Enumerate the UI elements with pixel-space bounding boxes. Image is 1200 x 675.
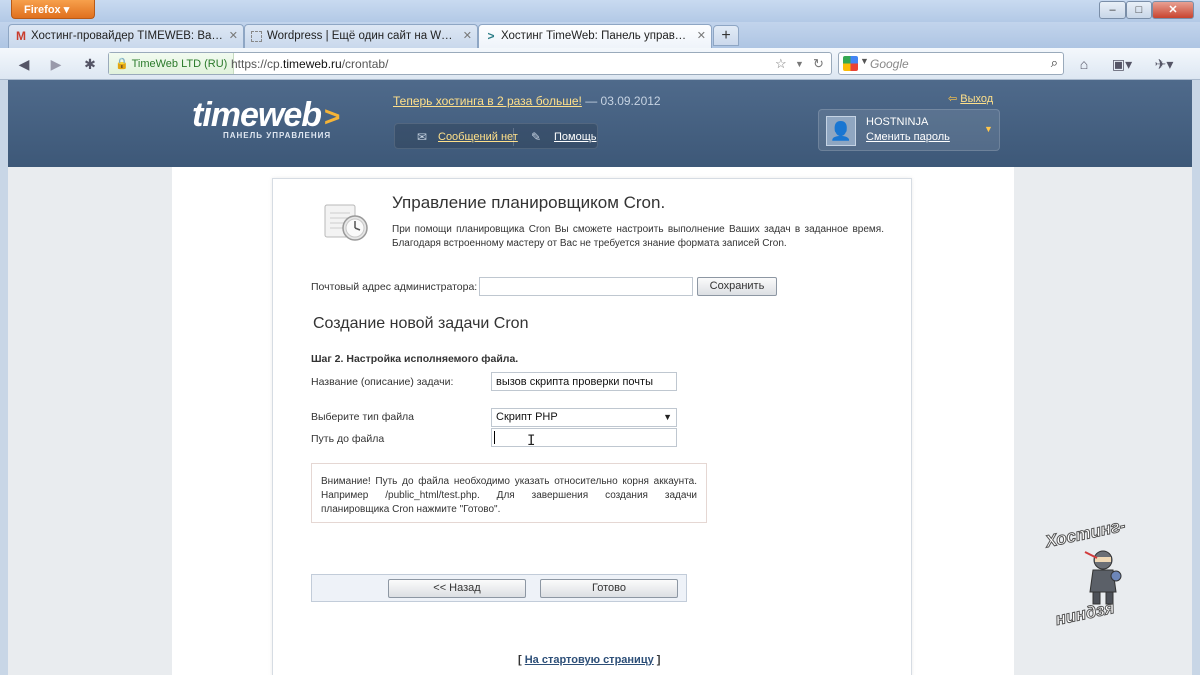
admin-email-input[interactable] [479,277,693,296]
bookmarks-menu-icon[interactable]: ▣▾ [1108,55,1136,73]
page-title: Управление планировщиком Cron. [392,193,666,212]
navigation-toolbar: ◀ ▶ ✱ 🔒 TimeWeb LTD (RU) https://cp.time… [0,48,1200,80]
username: HOSTNINJA [866,116,929,128]
back-arrow-icon[interactable]: ◀ [14,55,34,73]
tab-wordpress[interactable]: Wordpress | Ещё один сайт на Word... ✕ [244,24,478,48]
news-line: Теперь хостинга в 2 раза больше! — 03.09… [393,94,661,108]
notice-box: Внимание! Путь до файла необходимо указа… [311,463,707,523]
admin-email-label: Почтовый адрес администратора: [311,281,478,293]
timeweb-icon: > [487,29,495,43]
search-bar[interactable]: ▼ Google ⌕ [838,52,1064,75]
calendar-clock-icon [324,204,368,241]
pencil-icon: ✎ [531,130,542,144]
close-button[interactable]: ✕ [1152,1,1194,19]
logout-icon: ⇦ [948,93,958,105]
address-bar[interactable]: 🔒 TimeWeb LTD (RU) https://cp.timeweb.ru… [108,52,832,75]
site-identity[interactable]: 🔒 TimeWeb LTD (RU) [109,53,235,74]
page-description: При помощи планировщика Cron Вы сможете … [392,224,884,249]
tools-icon[interactable]: ✈▾ [1150,55,1178,73]
page-viewport: timeweb > ПАНЕЛЬ УПРАВЛЕНИЯ Теперь хостин… [0,80,1200,675]
addon-icon[interactable]: ✱ [80,55,100,73]
file-path-input[interactable] [491,428,677,447]
url-text: https://cp.timeweb.ru/crontab/ [231,57,389,71]
start-page-link[interactable]: На стартовую страницу [525,654,654,666]
header-actions: ✉ Сообщений нет ✎ Помощь [394,123,598,149]
page-icon [251,31,262,42]
browser-titlebar: Firefox ▾ – □ ✕ [0,0,1200,22]
mouse-cursor-icon: I [527,433,536,449]
close-tab-icon[interactable]: ✕ [463,29,472,42]
news-link[interactable]: Теперь хостинга в 2 раза больше! [393,94,582,108]
search-engine-dropdown-icon[interactable]: ▼ [860,56,869,66]
envelope-icon: ✉ [417,130,428,144]
close-tab-icon[interactable]: ✕ [229,29,238,42]
save-button[interactable]: Сохранить [697,277,777,296]
task-name-label: Название (описание) задачи: [311,376,454,388]
back-button[interactable]: << Назад [388,579,526,598]
lock-icon: 🔒 [115,58,129,70]
ninja-icon [1084,550,1122,605]
bookmark-star-icon[interactable]: ☆ [775,56,787,72]
tab-timeweb-hosting[interactable]: M Хостинг-провайдер TIMEWEB: Ваш ... ✕ [8,24,244,48]
step-title: Шаг 2. Настройка исполняемого файла. [311,353,519,365]
close-tab-icon[interactable]: ✕ [697,29,706,42]
file-path-label: Путь до файла [311,433,385,445]
text-caret [494,431,495,444]
chevron-down-icon[interactable]: ▼ [984,124,993,134]
forward-arrow-icon[interactable]: ▶ [46,55,66,73]
file-type-select[interactable]: Скрипт PHP ▼ [491,408,677,427]
home-icon[interactable]: ⌂ [1074,55,1094,73]
wizard-buttons: << Назад Готово [311,574,687,602]
timeweb-logo[interactable]: timeweb > [192,96,340,135]
home-link-line: [ На стартовую страницу ] [518,654,661,666]
firefox-menu-button[interactable]: Firefox ▾ [11,0,95,19]
watermark-logo: Хостинг- ниндзя [1043,515,1128,630]
change-password-link[interactable]: Сменить пароль [866,131,950,143]
help-link[interactable]: Помощь [554,131,597,143]
cron-panel: Управление планировщиком Cron. При помощ… [272,178,912,675]
reload-icon[interactable]: ↻ [813,56,824,72]
file-type-label: Выберите тип файла [311,411,415,423]
search-icon[interactable]: ⌕ [1051,55,1058,71]
chevron-down-icon: ▼ [663,412,672,422]
user-box[interactable]: 👤 HOSTNINJA Сменить пароль ▼ [818,109,1000,151]
section-title: Создание новой задачи Cron [313,315,529,332]
logout[interactable]: ⇦ Выход [948,92,993,105]
site-header: timeweb > ПАНЕЛЬ УПРАВЛЕНИЯ Теперь хостин… [8,80,1192,167]
new-tab-button[interactable]: + [713,25,739,46]
tab-timeweb-panel[interactable]: > Хостинг TimeWeb: Панель управле... ✕ [478,24,712,49]
done-button[interactable]: Готово [540,579,678,598]
logo-subtitle: ПАНЕЛЬ УПРАВЛЕНИЯ [223,131,332,140]
tab-strip: M Хостинг-провайдер TIMEWEB: Ваш ... ✕ W… [0,22,1200,49]
history-dropdown-icon[interactable]: ▼ [795,59,804,69]
google-icon [843,56,858,71]
minimize-button[interactable]: – [1099,1,1126,19]
avatar: 👤 [826,116,856,146]
messages-link[interactable]: Сообщений нет [438,131,518,143]
task-name-input[interactable] [491,372,677,391]
gmail-icon: M [16,29,26,43]
maximize-button[interactable]: □ [1126,1,1152,19]
